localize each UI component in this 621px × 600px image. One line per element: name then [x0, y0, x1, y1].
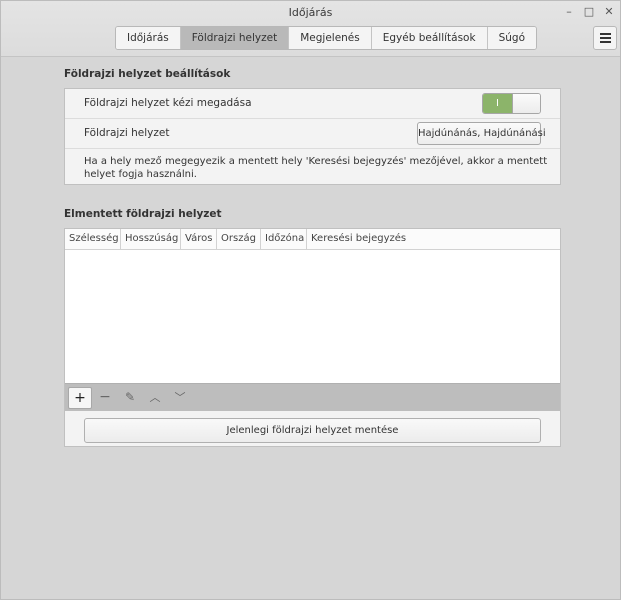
tab-other-settings[interactable]: Egyéb beállítások: [371, 27, 488, 49]
remove-location-button[interactable]: −: [93, 387, 117, 409]
move-up-button[interactable]: ︿: [143, 387, 167, 409]
column-search-entry[interactable]: Keresési bejegyzés: [307, 229, 417, 249]
tab-weather[interactable]: Időjárás: [116, 27, 181, 49]
switch-knob: [512, 94, 540, 113]
info-row: Ha a hely mező megegyezik a mentett hely…: [65, 149, 560, 184]
column-country[interactable]: Ország: [217, 229, 261, 249]
close-button[interactable]: ✕: [601, 4, 617, 20]
location-row: Földrajzi helyzet Hajdúnánás, Hajdúnánás…: [65, 119, 560, 149]
saved-locations-toolbar: + − ✎ ︿ ﹀: [65, 383, 560, 411]
weather-settings-window: Időjárás – □ ✕ Időjárás Földrajzi helyze…: [0, 0, 621, 600]
location-settings-title: Földrajzi helyzet beállítások: [64, 68, 231, 80]
save-current-location-button[interactable]: Jelenlegi földrajzi helyzet mentése: [84, 418, 541, 443]
saved-locations-frame: Szélesség Hosszúság Város Ország Időzóna…: [64, 228, 561, 447]
location-settings-frame: Földrajzi helyzet kézi megadása I Földra…: [64, 88, 561, 185]
table-header: Szélesség Hosszúság Város Ország Időzóna…: [65, 229, 560, 250]
pencil-icon: ✎: [124, 390, 136, 404]
location-label: Földrajzi helyzet: [84, 127, 170, 139]
maximize-button[interactable]: □: [581, 4, 597, 20]
column-timezone[interactable]: Időzóna: [261, 229, 307, 249]
menu-button[interactable]: [593, 26, 617, 50]
column-latitude[interactable]: Szélesség: [65, 229, 121, 249]
manual-location-label: Földrajzi helyzet kézi megadása: [84, 97, 252, 109]
column-longitude[interactable]: Hosszúság: [121, 229, 181, 249]
manual-location-switch[interactable]: I: [482, 93, 541, 114]
tab-appearance[interactable]: Megjelenés: [289, 27, 372, 49]
chevron-up-icon: ︿: [149, 391, 161, 404]
chevron-down-icon: ﹀: [174, 391, 186, 404]
tab-help[interactable]: Súgó: [487, 27, 536, 49]
saved-locations-table[interactable]: Szélesség Hosszúság Város Ország Időzóna…: [65, 229, 560, 383]
location-info-text: Ha a hely mező megegyezik a mentett hely…: [84, 156, 548, 180]
edit-location-button[interactable]: ✎: [118, 387, 142, 409]
minimize-button[interactable]: –: [561, 4, 577, 20]
minus-icon: −: [99, 389, 111, 405]
window-title: Időjárás: [288, 6, 333, 19]
column-city[interactable]: Város: [181, 229, 217, 249]
manual-location-row: Földrajzi helyzet kézi megadása I: [65, 89, 560, 119]
location-entry-button[interactable]: Hajdúnánás, Hajdúnánási: [417, 122, 546, 145]
switch-on-indicator: I: [483, 94, 512, 113]
header-bar: Időjárás – □ ✕ Időjárás Földrajzi helyze…: [1, 1, 620, 57]
add-location-button[interactable]: +: [68, 387, 92, 409]
hamburger-line: [600, 37, 611, 39]
tab-switcher: Időjárás Földrajzi helyzet Megjelenés Eg…: [115, 26, 537, 50]
move-down-button[interactable]: ﹀: [168, 387, 192, 409]
saved-locations-title: Elmentett földrajzi helyzet: [64, 208, 222, 220]
hamburger-menu-icon: [600, 33, 611, 35]
hamburger-line: [600, 41, 611, 43]
plus-icon: +: [74, 390, 86, 406]
tab-location[interactable]: Földrajzi helyzet: [180, 27, 290, 49]
